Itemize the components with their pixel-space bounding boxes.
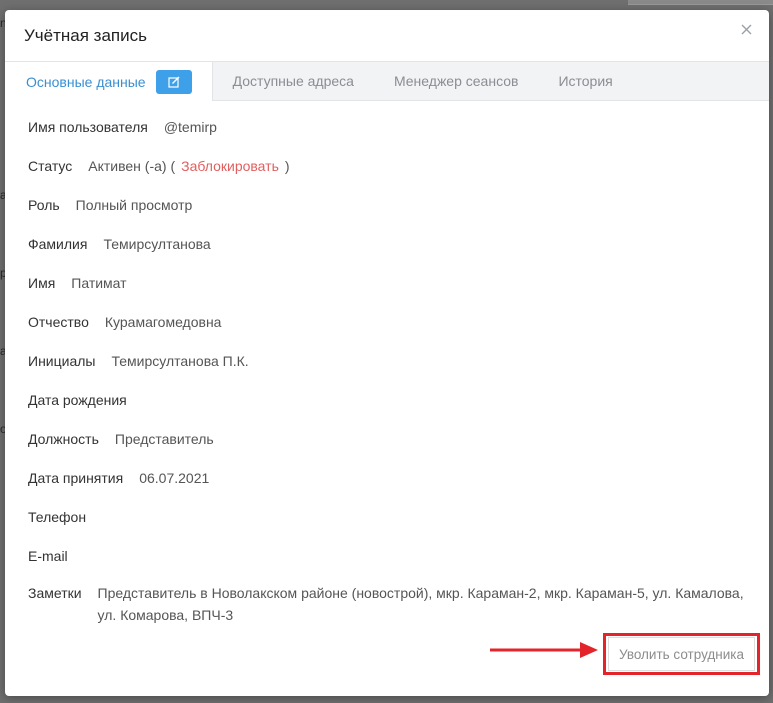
field-username: Имя пользователя @temirp: [28, 107, 769, 146]
background-topbar: [628, 0, 773, 5]
field-birthdate: Дата рождения: [28, 380, 769, 419]
status-value: Активен (-а) (: [88, 157, 176, 174]
field-email: E-mail: [28, 536, 769, 575]
field-value: 06.07.2021: [139, 469, 210, 486]
annotation-highlight-box: Уволить сотрудника: [603, 633, 760, 675]
field-hire-date: Дата принятия 06.07.2021: [28, 458, 769, 497]
notes-text: Представитель в Новолакском районе (ново…: [97, 585, 744, 623]
field-label: Имя: [28, 274, 56, 291]
account-modal: Учётная запись Основные данные Доступные…: [5, 10, 769, 696]
field-initials: Инициалы Темирсултанова П.К.: [28, 341, 769, 380]
modal-title: Учётная запись: [24, 26, 147, 45]
field-value: Представитель: [114, 430, 214, 447]
field-role: Роль Полный просмотр: [28, 185, 769, 224]
close-button[interactable]: [739, 22, 755, 38]
field-label: E-mail: [28, 547, 68, 564]
fire-employee-button[interactable]: Уволить сотрудника: [608, 637, 755, 671]
tab-main-data[interactable]: Основные данные: [5, 62, 213, 101]
tab-label: Основные данные: [26, 73, 146, 90]
field-label: Роль: [28, 196, 60, 213]
field-phone: Телефон: [28, 497, 769, 536]
field-label: Имя пользователя: [28, 118, 148, 135]
field-label: Инициалы: [28, 352, 96, 369]
field-value: Темирсултанова П.К.: [111, 352, 249, 369]
modal-header: Учётная запись: [5, 10, 769, 62]
tab-bar: Основные данные Доступные адреса Менедже…: [5, 62, 769, 101]
field-value: Темирсултанова: [103, 235, 211, 252]
field-label: Заметки: [28, 585, 82, 601]
field-label: Дата принятия: [28, 469, 124, 486]
field-patronymic: Отчество Курамагомедовна: [28, 302, 769, 341]
status-close-paren: ): [284, 157, 290, 174]
edit-icon: [167, 76, 180, 88]
field-value: Полный просмотр: [75, 196, 193, 213]
field-label: Телефон: [28, 508, 87, 525]
field-label: Дата рождения: [28, 391, 127, 408]
block-user-link[interactable]: Заблокировать: [181, 158, 279, 174]
field-label: Должность: [28, 430, 99, 447]
tab-history[interactable]: История: [538, 62, 632, 100]
field-value: Курамагомедовна: [104, 313, 222, 330]
field-status: Статус Активен (-а) ( Заблокировать ): [28, 146, 769, 185]
field-value: Патимат: [71, 274, 127, 291]
field-label: Отчество: [28, 313, 89, 330]
tab-session-manager[interactable]: Менеджер сеансов: [374, 62, 539, 100]
field-value: @temirp: [163, 118, 217, 135]
annotation-arrow-icon: [490, 642, 598, 658]
field-lastname: Фамилия Темирсултанова: [28, 224, 769, 263]
field-label: Статус: [28, 157, 73, 174]
close-icon: [741, 24, 752, 35]
account-fields: Имя пользователя @temirp Статус Активен …: [5, 101, 769, 626]
field-firstname: Имя Патимат: [28, 263, 769, 302]
tab-available-addresses[interactable]: Доступные адреса: [213, 62, 374, 100]
field-label: Фамилия: [28, 235, 88, 252]
field-notes: Заметки Представитель в Новолакском райо…: [28, 575, 769, 626]
field-position: Должность Представитель: [28, 419, 769, 458]
edit-button[interactable]: [155, 69, 192, 94]
